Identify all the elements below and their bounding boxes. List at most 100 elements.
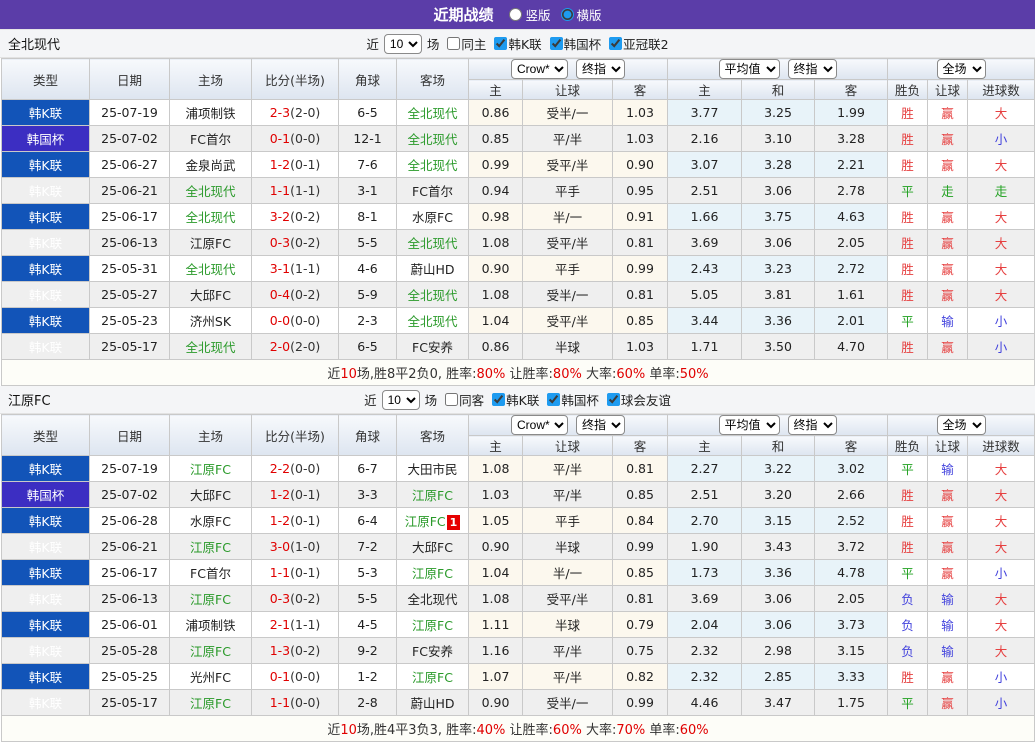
away-team: 大邱FC: [397, 534, 469, 560]
match-date: 25-07-02: [90, 126, 170, 152]
result-goals: 小: [968, 126, 1035, 152]
bookmaker-select[interactable]: Crow*: [511, 415, 568, 435]
avg-odds-away: 3.15: [815, 638, 888, 664]
result-goals: 大: [968, 100, 1035, 126]
avg-odds-home: 2.32: [668, 664, 742, 690]
handicap-odds-home: 1.05: [469, 508, 523, 534]
handicap-line: 受平/半: [523, 152, 613, 178]
handicap-odds-home: 1.07: [469, 664, 523, 690]
avg-odds-home: 2.04: [668, 612, 742, 638]
home-team: 全北现代: [170, 256, 252, 282]
league-checkbox-0[interactable]: [492, 393, 505, 406]
same-venue-filter[interactable]: 同主: [442, 34, 486, 53]
avg-odds-home: 1.90: [668, 534, 742, 560]
avg-odds-away: 3.72: [815, 534, 888, 560]
away-team: 全北现代: [397, 100, 469, 126]
layout-option-horizontal[interactable]: 横版: [561, 5, 602, 24]
corner-score: 1-2: [339, 664, 397, 690]
home-team: 江原FC: [170, 586, 252, 612]
avg-odds-draw: 3.75: [742, 204, 815, 230]
col-date: 日期: [90, 415, 170, 456]
avg-odds-away: 1.75: [815, 690, 888, 716]
match-date: 25-07-19: [90, 100, 170, 126]
handicap-line: 平/半: [523, 126, 613, 152]
average-select[interactable]: 平均值: [719, 59, 780, 79]
average-group-header: 平均值终指: [668, 59, 888, 80]
section-header-team1: 全北现代 近 10 场 同主 韩K联 韩国杯 亚冠联2: [0, 30, 1035, 58]
score-cell: 1-2(0-1): [252, 508, 339, 534]
league-type: 韩K联: [2, 152, 90, 178]
same-venue-filter[interactable]: 同客: [440, 390, 484, 409]
home-team: FC首尔: [170, 126, 252, 152]
avg-odds-draw: 3.43: [742, 534, 815, 560]
score-cell: 0-3(0-2): [252, 586, 339, 612]
match-date: 25-06-17: [90, 204, 170, 230]
league-type: 韩K联: [2, 256, 90, 282]
same-venue-checkbox[interactable]: [447, 37, 460, 50]
match-count-select[interactable]: 10: [382, 390, 420, 410]
home-team: 水原FC: [170, 508, 252, 534]
horizontal-radio[interactable]: [561, 8, 574, 21]
handicap-odds-away: 0.90: [613, 152, 668, 178]
corner-score: 12-1: [339, 126, 397, 152]
match-count-select[interactable]: 10: [384, 34, 422, 54]
result-handicap: 赢: [928, 204, 968, 230]
score-cell: 1-2(0-1): [252, 482, 339, 508]
league-filter-2[interactable]: 球会友谊: [602, 390, 671, 409]
corner-score: 8-1: [339, 204, 397, 230]
league-checkbox-2[interactable]: [607, 393, 620, 406]
bookmaker-select[interactable]: Crow*: [511, 59, 568, 79]
result-handicap: 赢: [928, 256, 968, 282]
away-team: 蔚山HD: [397, 690, 469, 716]
result-goals: 大: [968, 482, 1035, 508]
handicap-odds-away: 1.03: [613, 334, 668, 360]
corner-score: 3-1: [339, 178, 397, 204]
home-team: 全北现代: [170, 204, 252, 230]
results-table-team2: 类型 日期 主场 比分(半场) 角球 客场 Crow*终指 平均值终指 全场 主…: [1, 414, 1035, 742]
corner-score: 4-5: [339, 612, 397, 638]
score-cell: 1-1(0-0): [252, 690, 339, 716]
same-venue-checkbox[interactable]: [445, 393, 458, 406]
handicap-odds-home: 0.94: [469, 178, 523, 204]
handicap-odds-away: 1.03: [613, 100, 668, 126]
handicap-odds-away: 0.99: [613, 534, 668, 560]
league-checkbox-1[interactable]: [550, 37, 563, 50]
result-goals: 大: [968, 456, 1035, 482]
handicap-line: 受平/半: [523, 230, 613, 256]
layout-option-vertical[interactable]: 竖版: [509, 5, 550, 24]
avg-odds-draw: 3.25: [742, 100, 815, 126]
league-checkbox-0[interactable]: [494, 37, 507, 50]
league-filter-1[interactable]: 韩国杯: [542, 390, 599, 409]
away-team: 水原FC: [397, 204, 469, 230]
handicap-line: 受半/一: [523, 100, 613, 126]
avg-odds-draw: 3.28: [742, 152, 815, 178]
league-filter-2[interactable]: 亚冠联2: [604, 34, 668, 53]
avg-odds-home: 1.71: [668, 334, 742, 360]
handicap-odds-away: 0.81: [613, 456, 668, 482]
period-select[interactable]: 全场: [937, 59, 986, 79]
result-wdl: 胜: [888, 100, 928, 126]
odds-time-select-1[interactable]: 终指: [576, 59, 625, 79]
odds-time-select-2[interactable]: 终指: [788, 59, 837, 79]
vertical-radio[interactable]: [509, 8, 522, 21]
result-goals: 大: [968, 638, 1035, 664]
odds-time-select-2[interactable]: 终指: [788, 415, 837, 435]
result-handicap: 赢: [928, 230, 968, 256]
period-select[interactable]: 全场: [937, 415, 986, 435]
corner-score: 6-5: [339, 100, 397, 126]
league-filter-1[interactable]: 韩国杯: [545, 34, 602, 53]
col-result-handicap: 让球: [928, 436, 968, 456]
league-filter-0[interactable]: 韩K联: [489, 34, 541, 53]
average-select[interactable]: 平均值: [719, 415, 780, 435]
odds-time-select-1[interactable]: 终指: [576, 415, 625, 435]
league-filter-0[interactable]: 韩K联: [487, 390, 539, 409]
match-row: 韩K联25-05-31全北现代3-1(1-1)4-6蔚山HD0.90平手0.99…: [2, 256, 1035, 282]
league-checkbox-1[interactable]: [547, 393, 560, 406]
avg-odds-draw: 3.06: [742, 612, 815, 638]
handicap-odds-away: 0.75: [613, 638, 668, 664]
league-checkbox-2[interactable]: [609, 37, 622, 50]
home-team: 大邱FC: [170, 482, 252, 508]
corner-score: 2-8: [339, 690, 397, 716]
result-handicap: 赢: [928, 560, 968, 586]
match-row: 韩K联25-05-17全北现代2-0(2-0)6-5FC安养0.86半球1.03…: [2, 334, 1035, 360]
